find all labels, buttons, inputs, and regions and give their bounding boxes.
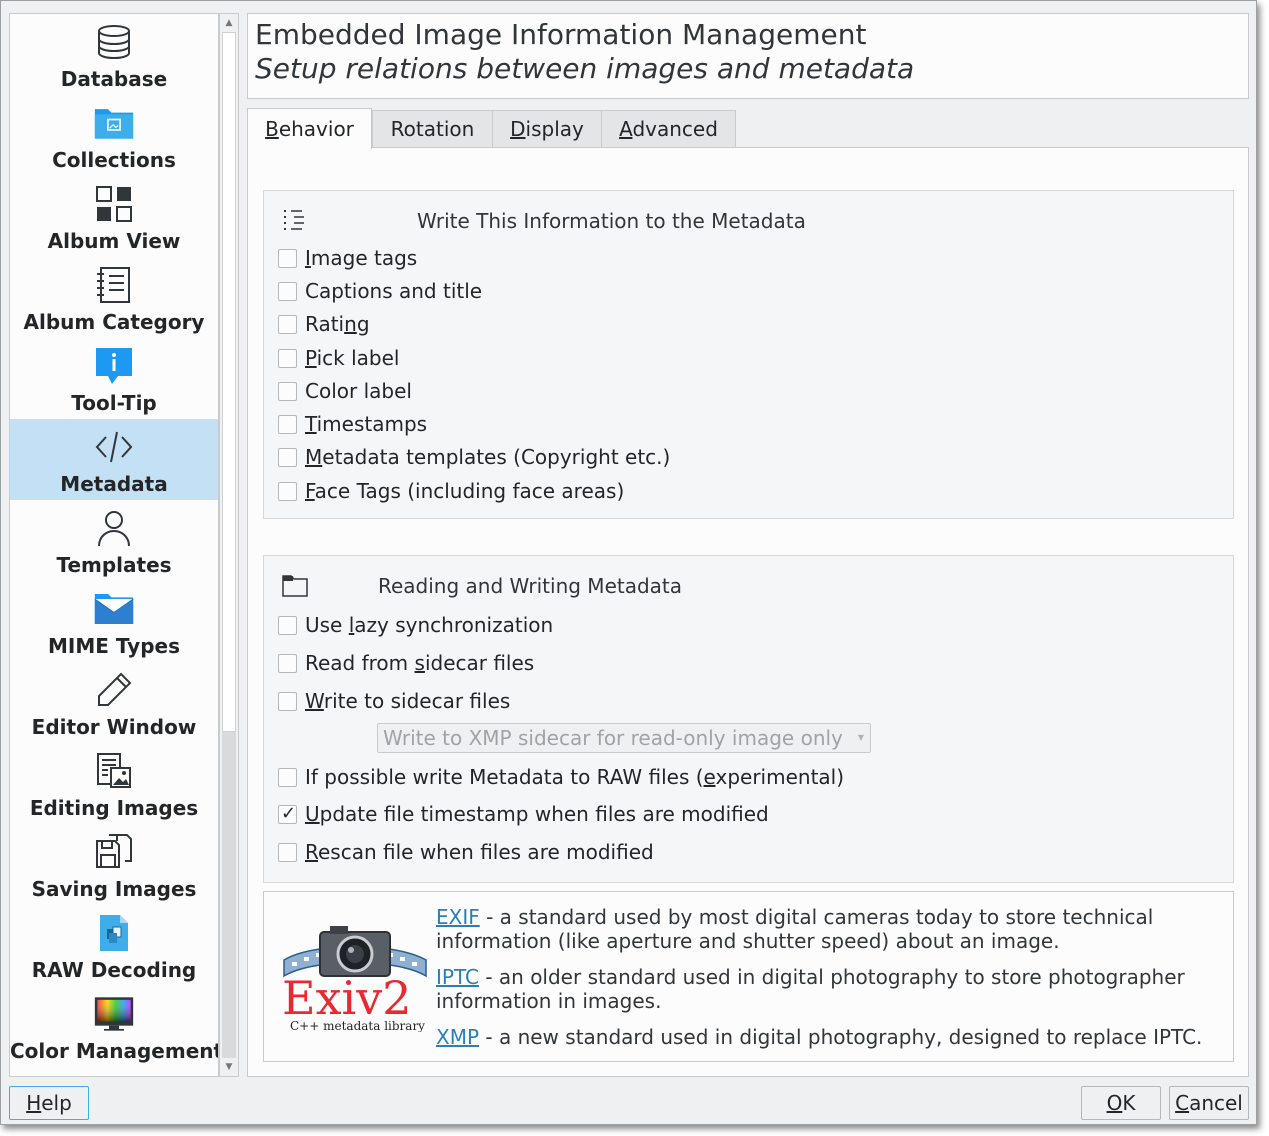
sidebar-item-label: Database	[60, 67, 168, 91]
exif-description-cont: information (like aperture and shutter s…	[436, 929, 1060, 953]
sidebar-item-label: Collections	[52, 148, 176, 172]
settings-dialog: Database Collections Album View Album Ca…	[0, 0, 1257, 1125]
code-icon	[94, 427, 134, 467]
read-sidecar-checkbox[interactable]: Read from sidecar files	[278, 650, 534, 676]
scrollbar-track[interactable]	[222, 732, 236, 1058]
sidebar-item-saving-images[interactable]: Saving Images	[10, 824, 218, 905]
page-title: Embedded Image Information Management	[255, 18, 867, 51]
iptc-description-cont: information in images.	[436, 989, 662, 1013]
scroll-down-arrow-icon[interactable]: ▼	[220, 1058, 238, 1076]
rating-checkbox[interactable]: Rating	[278, 311, 370, 337]
exiv2-logo: Exiv2 C++ metadata library	[280, 922, 430, 1033]
mime-types-icon	[94, 589, 134, 629]
sidebar-item-mime-types[interactable]: MIME Types	[10, 581, 218, 662]
svg-text:Exiv2: Exiv2	[282, 971, 412, 1025]
sidecar-mode-select[interactable]: Write to XMP sidecar for read-only image…	[377, 723, 871, 753]
xmp-description: XMP - a new standard used in digital pho…	[436, 1025, 1203, 1049]
raw-decoding-icon	[94, 913, 134, 953]
sidebar-item-label: Templates	[56, 553, 172, 577]
cancel-button[interactable]: Cancel	[1169, 1086, 1249, 1120]
sidebar-item-album-category[interactable]: Album Category	[10, 257, 218, 338]
ok-button[interactable]: OK	[1081, 1086, 1161, 1120]
pencil-icon	[94, 670, 134, 710]
sidebar-item-templates[interactable]: Templates	[10, 500, 218, 581]
saving-images-icon	[94, 832, 134, 872]
exif-description: EXIF - a standard used by most digital c…	[436, 905, 1154, 929]
behavior-tab-panel: Write This Information to the Metadata I…	[247, 147, 1249, 1077]
scrollbar-thumb[interactable]	[222, 32, 236, 732]
page-header: Embedded Image Information Management Se…	[247, 13, 1249, 99]
face-tags-checkbox[interactable]: Face Tags (including face areas)	[278, 478, 624, 504]
sidebar-item-label: Album View	[47, 229, 181, 253]
sidebar-item-raw-decoding[interactable]: RAW Decoding	[10, 905, 218, 986]
sidebar-item-label: Saving Images	[31, 877, 197, 901]
chevron-down-icon: ▼	[857, 733, 864, 742]
write-sidecar-checkbox[interactable]: Write to sidecar files	[278, 688, 510, 714]
lazy-sync-checkbox[interactable]: Use lazy synchronization	[278, 612, 553, 638]
tab-display[interactable]: Display	[492, 110, 602, 147]
metadata-templates-checkbox[interactable]: Metadata templates (Copyright etc.)	[278, 444, 670, 470]
sidebar-item-label: Tool-Tip	[71, 391, 157, 415]
sidebar-item-label: Editing Images	[29, 796, 199, 820]
sidebar-item-collections[interactable]: Collections	[10, 95, 218, 176]
write-metadata-group: Write This Information to the Metadata I…	[263, 190, 1234, 519]
page-subtitle: Setup relations between images and metad…	[255, 52, 915, 85]
tab-advanced[interactable]: Advanced	[601, 110, 736, 147]
tab-rotation[interactable]: Rotation	[372, 110, 493, 147]
xmp-link[interactable]: XMP	[436, 1025, 479, 1049]
iptc-description: IPTC - an older standard used in digital…	[436, 965, 1185, 989]
collections-folder-icon	[94, 103, 134, 143]
sidebar-item-label: RAW Decoding	[31, 958, 197, 982]
sidebar-item-album-view[interactable]: Album View	[10, 176, 218, 257]
database-icon	[94, 22, 134, 62]
list-icon	[282, 209, 308, 237]
pick-label-checkbox[interactable]: Pick label	[278, 345, 400, 371]
album-category-icon	[94, 265, 134, 305]
rescan-file-checkbox[interactable]: Rescan file when files are modified	[278, 839, 654, 865]
write-group-title: Write This Information to the Metadata	[417, 209, 806, 233]
exif-link[interactable]: EXIF	[436, 905, 480, 929]
color-label-checkbox[interactable]: Color label	[278, 378, 412, 404]
sidebar-item-editor-window[interactable]: Editor Window	[10, 662, 218, 743]
timestamps-checkbox[interactable]: Timestamps	[278, 411, 427, 437]
help-button[interactable]: Help	[9, 1086, 89, 1120]
read-write-metadata-group: Reading and Writing Metadata Use lazy sy…	[263, 555, 1234, 883]
tab-behavior[interactable]: Behavior	[247, 108, 372, 149]
update-timestamp-checkbox[interactable]: Update file timestamp when files are mod…	[278, 801, 769, 827]
editing-images-icon	[94, 751, 134, 791]
sidecar-mode-value: Write to XMP sidecar for read-only image…	[383, 726, 843, 750]
sidebar-item-label: Editor Window	[31, 715, 197, 739]
sidebar-scrollbar[interactable]: ▲ ▼	[219, 13, 239, 1077]
image-tags-checkbox[interactable]: Image tags	[278, 245, 417, 271]
iptc-link[interactable]: IPTC	[436, 965, 479, 989]
sidebar-item-metadata[interactable]: Metadata	[10, 419, 218, 500]
rw-group-title: Reading and Writing Metadata	[378, 574, 683, 598]
tooltip-icon	[94, 346, 134, 386]
captions-title-checkbox[interactable]: Captions and title	[278, 278, 482, 304]
sidebar-item-label: Metadata	[60, 472, 168, 496]
folder-icon	[282, 574, 308, 602]
svg-text:C++ metadata library: C++ metadata library	[290, 1019, 425, 1032]
sidebar-item-label: Album Category	[23, 310, 205, 334]
sidebar-item-tool-tip[interactable]: Tool-Tip	[10, 338, 218, 419]
sidebar-item-database[interactable]: Database	[10, 14, 218, 95]
write-raw-checkbox[interactable]: If possible write Metadata to RAW files …	[278, 764, 844, 790]
sidebar-item-label: MIME Types	[48, 634, 180, 658]
color-management-icon	[94, 994, 134, 1034]
settings-sidebar: Database Collections Album View Album Ca…	[9, 13, 219, 1077]
scroll-up-arrow-icon[interactable]: ▲	[220, 14, 238, 32]
metadata-info-box: Exiv2 C++ metadata library EXIF - a stan…	[263, 891, 1234, 1062]
sidebar-item-label: Color Management	[10, 1039, 219, 1063]
album-view-icon	[94, 184, 134, 224]
templates-user-icon	[94, 508, 134, 548]
sidebar-item-editing-images[interactable]: Editing Images	[10, 743, 218, 824]
sidebar-item-color-management[interactable]: Color Management	[10, 986, 218, 1067]
